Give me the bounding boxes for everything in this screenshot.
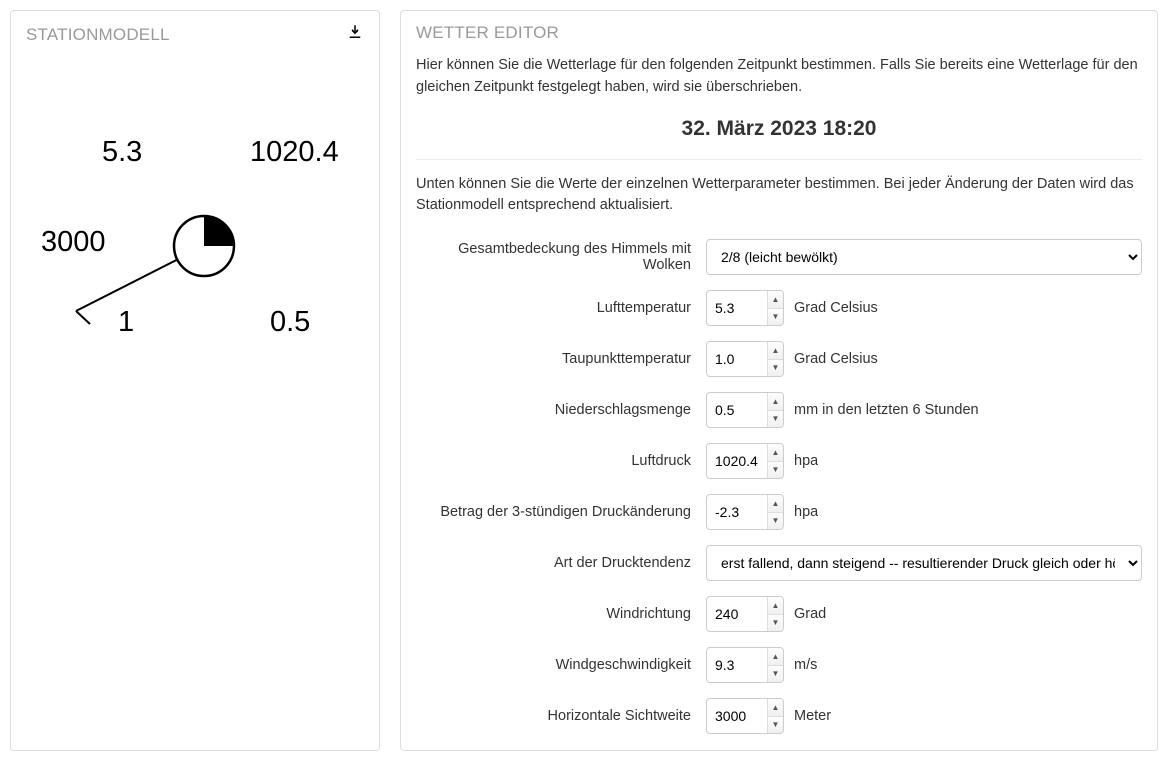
station-visibility-value: 3000 bbox=[41, 226, 106, 259]
select-cloudcover[interactable]: 2/8 (leicht bewölkt) bbox=[706, 239, 1142, 275]
label-visibility: Horizontale Sichtweite bbox=[416, 708, 706, 724]
spinner-down-icon[interactable]: ▼ bbox=[767, 513, 783, 530]
unit-visibility: Meter bbox=[794, 708, 831, 724]
divider bbox=[416, 159, 1142, 160]
spinner-up-icon[interactable]: ▲ bbox=[767, 495, 783, 513]
station-dewpoint-value: 1 bbox=[118, 306, 134, 339]
editor-instructions: Unten können Sie die Werte der einzelnen… bbox=[416, 174, 1142, 218]
unit-dewpoint: Grad Celsius bbox=[794, 351, 878, 367]
label-dewpoint: Taupunkttemperatur bbox=[416, 351, 706, 367]
editor-datetime: 32. März 2023 18:20 bbox=[416, 117, 1142, 141]
unit-precip: mm in den letzten 6 Stunden bbox=[794, 402, 979, 418]
spinner-down-icon[interactable]: ▼ bbox=[767, 411, 783, 428]
spinner-up-icon[interactable]: ▲ bbox=[767, 342, 783, 360]
spinner-down-icon[interactable]: ▼ bbox=[767, 717, 783, 734]
station-temp-value: 5.3 bbox=[102, 136, 142, 169]
label-precip: Niederschlagsmenge bbox=[416, 402, 706, 418]
spinner-down-icon[interactable]: ▼ bbox=[767, 615, 783, 632]
spinner-down-icon[interactable]: ▼ bbox=[767, 309, 783, 326]
select-pressuretrend[interactable]: erst fallend, dann steigend -- resultier… bbox=[706, 545, 1142, 581]
unit-windspeed: m/s bbox=[794, 657, 817, 673]
spinner-up-icon[interactable]: ▲ bbox=[767, 393, 783, 411]
station-model-panel: STATIONMODELL 5.3 1020.4 300 bbox=[10, 10, 380, 751]
download-icon bbox=[346, 23, 364, 41]
unit-pressure: hpa bbox=[794, 453, 818, 469]
spinner-up-icon[interactable]: ▲ bbox=[767, 699, 783, 717]
editor-intro: Hier können Sie die Wetterlage für den f… bbox=[416, 55, 1142, 99]
spinner-up-icon[interactable]: ▲ bbox=[767, 597, 783, 615]
label-cloudcover: Gesamtbedeckung des Himmels mit Wolken bbox=[416, 241, 706, 273]
station-model-title: STATIONMODELL bbox=[26, 25, 170, 45]
label-windspeed: Windgeschwindigkeit bbox=[416, 657, 706, 673]
spinner-up-icon[interactable]: ▲ bbox=[767, 291, 783, 309]
spinner-down-icon[interactable]: ▼ bbox=[767, 666, 783, 683]
weather-editor-panel: WETTER EDITOR Hier können Sie die Wetter… bbox=[400, 10, 1158, 751]
unit-pressurechange: hpa bbox=[794, 504, 818, 520]
label-winddir: Windrichtung bbox=[416, 606, 706, 622]
unit-winddir: Grad bbox=[794, 606, 826, 622]
spinner-down-icon[interactable]: ▼ bbox=[767, 462, 783, 479]
spinner-up-icon[interactable]: ▲ bbox=[767, 648, 783, 666]
label-pressuretrend: Art der Drucktendenz bbox=[416, 555, 706, 571]
spinner-down-icon[interactable]: ▼ bbox=[767, 360, 783, 377]
spinner-up-icon[interactable]: ▲ bbox=[767, 444, 783, 462]
label-pressure: Luftdruck bbox=[416, 453, 706, 469]
editor-title: WETTER EDITOR bbox=[416, 23, 1142, 43]
label-pressurechange: Betrag der 3-stündigen Druckänderung bbox=[416, 504, 706, 520]
download-button[interactable] bbox=[346, 23, 364, 46]
station-precip-value: 0.5 bbox=[270, 306, 310, 339]
label-airtemp: Lufttemperatur bbox=[416, 300, 706, 316]
station-model-canvas: 5.3 1020.4 3000 1 0.5 bbox=[26, 56, 364, 396]
unit-airtemp: Grad Celsius bbox=[794, 300, 878, 316]
station-pressure-value: 1020.4 bbox=[250, 136, 339, 169]
